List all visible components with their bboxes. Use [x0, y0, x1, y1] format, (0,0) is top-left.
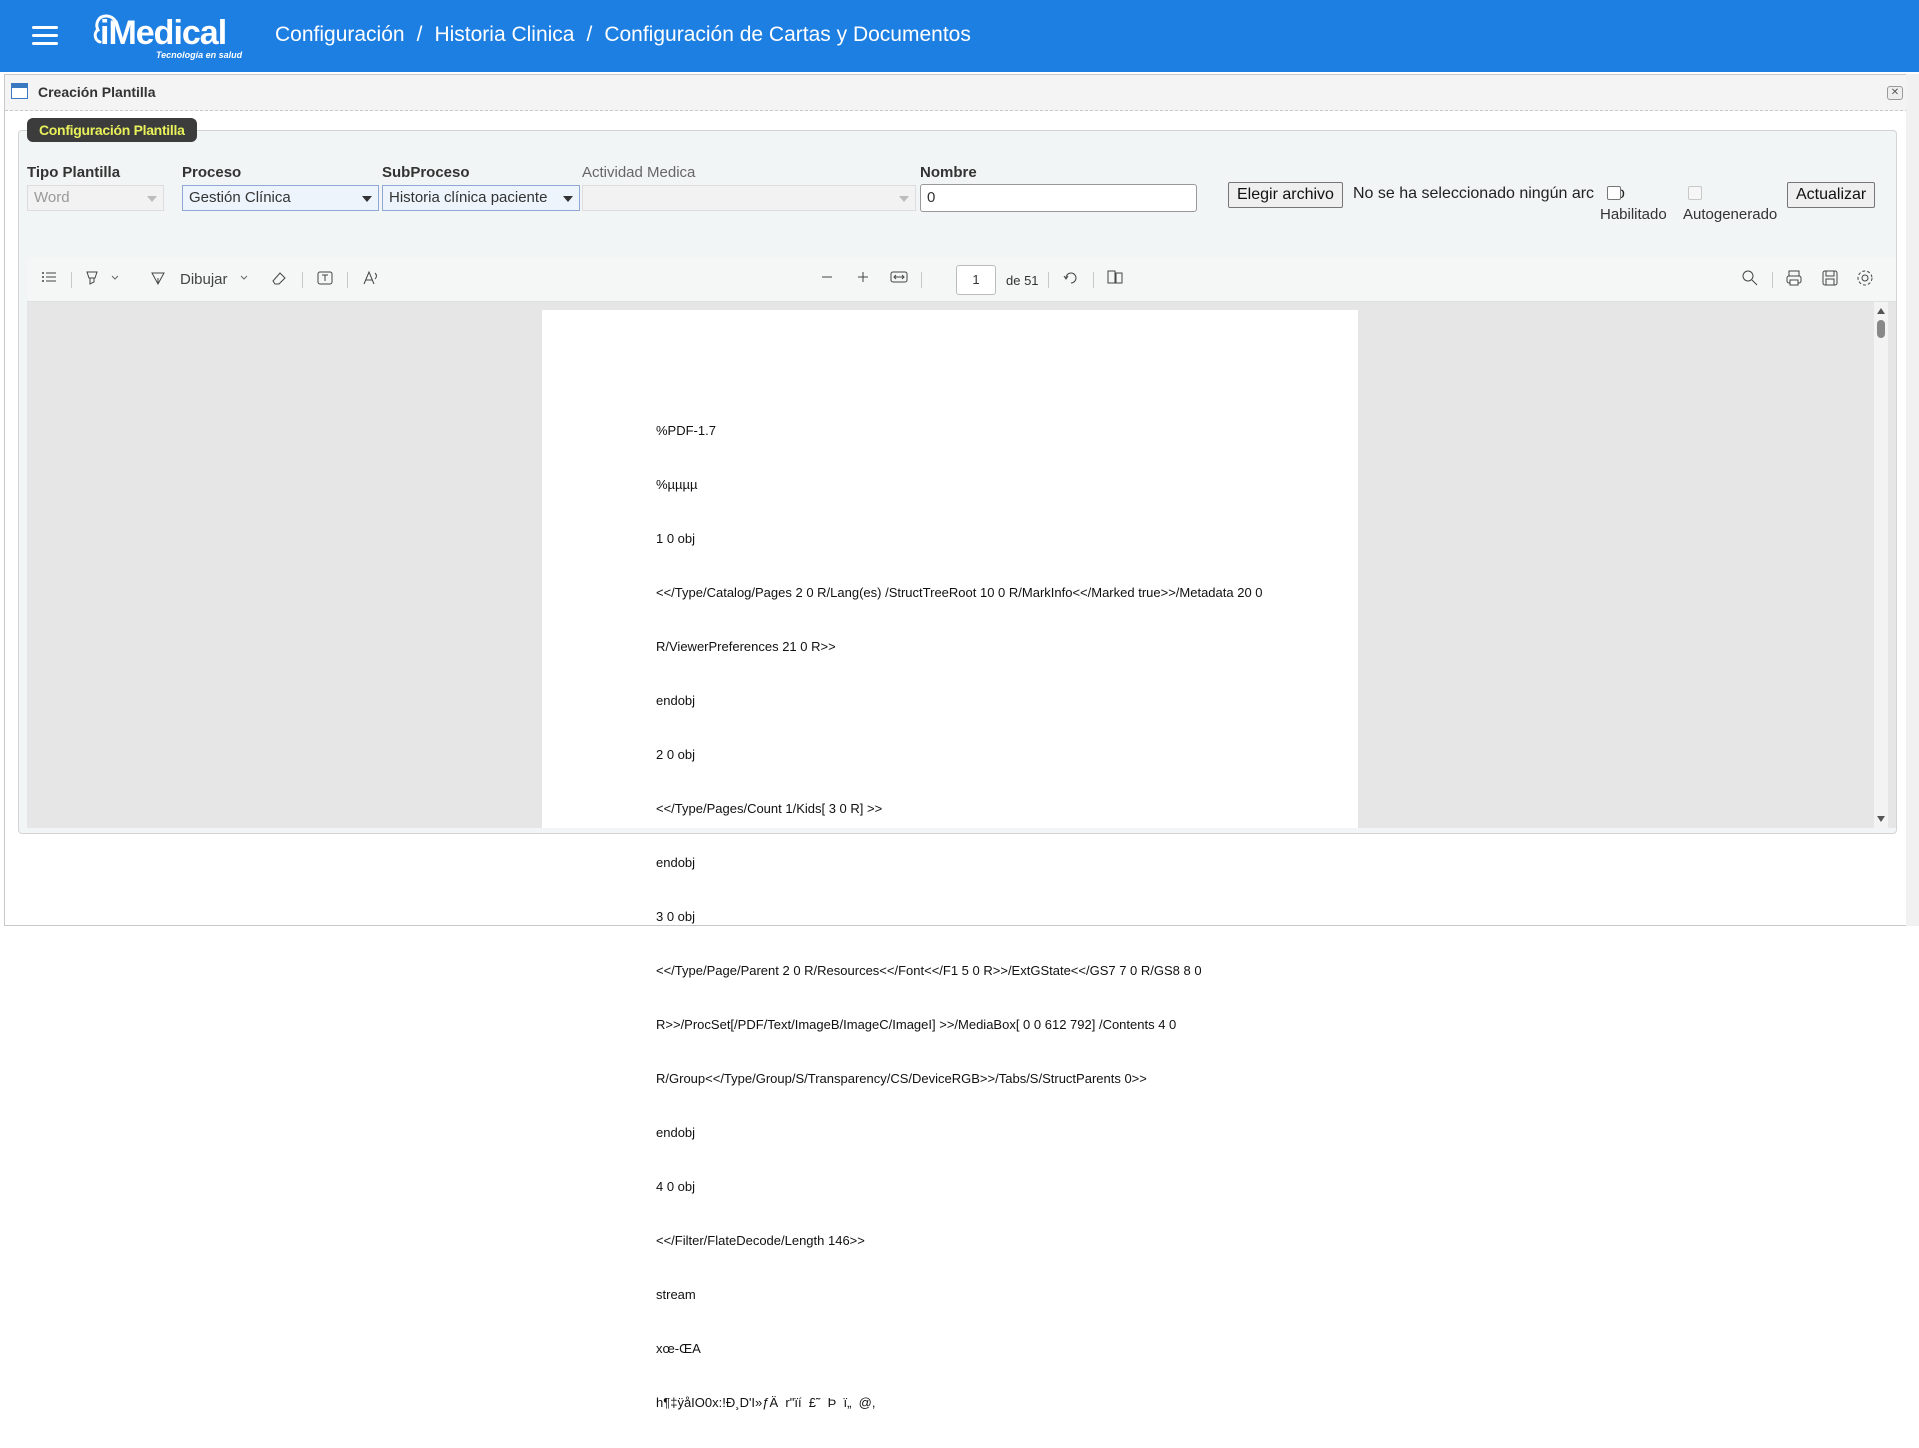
habilitado-checkbox[interactable]: [1607, 186, 1621, 200]
actualizar-button[interactable]: Actualizar: [1787, 182, 1876, 208]
toolbar-divider: [347, 272, 348, 288]
chevron-down-icon: [362, 196, 372, 202]
read-aloud-icon[interactable]: [362, 269, 380, 287]
pdf-text-line: %µµµµ: [656, 477, 698, 492]
viewer-toolbar: Dibujar 1 de 51: [27, 258, 1896, 302]
breadcrumb-item-configuracion[interactable]: Configuración: [275, 23, 405, 46]
zoom-out-icon[interactable]: [819, 269, 835, 285]
breadcrumb-item-cartas-documentos: Configuración de Cartas y Documentos: [604, 23, 971, 46]
proceso-value: Gestión Clínica: [189, 189, 291, 206]
breadcrumb-separator: /: [586, 23, 593, 46]
breadcrumb: Configuración / Historia Clinica / Configura…: [275, 23, 971, 47]
pdf-text-line: 3 0 obj: [656, 909, 696, 924]
scroll-up-icon[interactable]: [1877, 308, 1885, 314]
elegir-archivo-button[interactable]: Elegir archivo: [1228, 182, 1343, 208]
save-icon[interactable]: [1821, 269, 1839, 287]
toolbar-divider: [1093, 272, 1094, 288]
autogenerado-checkbox: [1688, 186, 1702, 200]
close-icon[interactable]: ✕: [1887, 86, 1903, 100]
pdf-text-line: 4 0 obj: [656, 1179, 696, 1194]
toolbar-divider: [1048, 272, 1049, 288]
page-scrollbar[interactable]: [1906, 74, 1919, 926]
page-view-icon[interactable]: [1106, 269, 1124, 285]
pdf-text-line: <</Type/Page/Parent 2 0 R/Resources<</Fo…: [656, 963, 1202, 978]
breadcrumb-item-historia-clinica[interactable]: Historia Clinica: [434, 23, 574, 46]
pdf-text-line: endobj: [656, 1125, 696, 1140]
file-status-text: No se ha seleccionado ningún arcvo: [1353, 185, 1625, 203]
page-count: de 51: [1006, 273, 1039, 288]
top-bar: iMedical Tecnología en salud Configuraci…: [0, 0, 1919, 72]
fit-width-icon[interactable]: [890, 269, 908, 285]
viewer-scrollbar[interactable]: [1874, 302, 1888, 828]
outline-list-icon[interactable]: [41, 269, 57, 285]
subproceso-select[interactable]: Historia clínica paciente: [382, 185, 580, 211]
chevron-down-icon[interactable]: [111, 275, 119, 281]
rotate-icon[interactable]: [1062, 269, 1080, 287]
logo-text: iMedical: [100, 14, 227, 52]
actividad-medica-select: [582, 185, 916, 211]
panel-header: Creación Plantilla ✕: [5, 75, 1913, 111]
eraser-icon[interactable]: [270, 269, 288, 287]
toolbar-divider: [1772, 272, 1773, 288]
pdf-text-line: R/Group<</Type/Group/S/Transparency/CS/D…: [656, 1071, 1147, 1086]
chevron-down-icon: [147, 196, 157, 202]
panel-title: Creación Plantilla: [38, 84, 156, 100]
proceso-select[interactable]: Gestión Clínica: [182, 185, 379, 211]
pdf-text-line: h¶‡ÿåIO0x:!Ð¸D'I»ƒÄ r"ïí £˜ Þ ï„ @,: [656, 1395, 876, 1410]
highlighter-icon[interactable]: [83, 269, 101, 287]
pdf-text-line: <</Type/Catalog/Pages 2 0 R/Lang(es) /St…: [656, 585, 1263, 600]
toolbar-divider: [302, 272, 303, 288]
pdf-text-line: endobj: [656, 855, 696, 870]
pdf-text-line: %PDF-1.7: [656, 423, 716, 438]
chevron-down-icon: [899, 196, 909, 202]
search-icon[interactable]: [1741, 269, 1759, 287]
draw-pen-icon[interactable]: [149, 269, 167, 287]
scroll-thumb[interactable]: [1877, 320, 1885, 338]
tipo-plantilla-select: Word: [27, 185, 164, 211]
pdf-page-text: %PDF-1.7 %µµµµ 1 0 obj <</Type/Catalog/P…: [656, 386, 1263, 1448]
file-status-main: No se ha seleccionado ningún arc: [1353, 185, 1595, 202]
scroll-down-icon[interactable]: [1877, 816, 1885, 822]
autogenerado-label: Autogenerado: [1683, 206, 1778, 223]
pdf-text-line: stream: [656, 1287, 696, 1302]
print-icon[interactable]: [1785, 269, 1803, 287]
subproceso-label: SubProceso: [382, 164, 470, 181]
pdf-text-line: <</Type/Pages/Count 1/Kids[ 3 0 R] >>: [656, 801, 883, 816]
window-icon: [11, 83, 28, 99]
chevron-down-icon[interactable]: [240, 275, 248, 281]
fieldset-legend: Configuración Plantilla: [27, 118, 197, 142]
logo-tagline: Tecnología en salud: [156, 50, 243, 60]
subproceso-value: Historia clínica paciente: [389, 189, 548, 206]
zoom-in-icon[interactable]: [855, 269, 871, 285]
settings-gear-icon[interactable]: [1856, 269, 1874, 287]
pdf-text-line: R>>/ProcSet[/PDF/Text/ImageB/ImageC/Imag…: [656, 1017, 1177, 1032]
pdf-text-line: <</Filter/FlateDecode/Length 146>>: [656, 1233, 865, 1248]
tipo-plantilla-value: Word: [34, 189, 70, 206]
toolbar-divider: [921, 272, 922, 288]
menu-icon[interactable]: [32, 26, 58, 46]
nombre-input[interactable]: 0: [920, 184, 1197, 212]
proceso-label: Proceso: [182, 164, 242, 181]
breadcrumb-separator: /: [416, 23, 423, 46]
pdf-text-line: endobj: [656, 693, 696, 708]
app-logo[interactable]: iMedical Tecnología en salud: [92, 10, 252, 62]
page-number-input[interactable]: 1: [956, 265, 996, 295]
pdf-text-line: xœ-ŒA: [656, 1341, 701, 1356]
nombre-label: Nombre: [920, 164, 977, 181]
chevron-down-icon: [563, 196, 573, 202]
text-box-icon[interactable]: [316, 269, 334, 287]
toolbar-divider: [71, 272, 72, 288]
pdf-page: %PDF-1.7 %µµµµ 1 0 obj <</Type/Catalog/P…: [542, 310, 1358, 1410]
actividad-medica-label: Actividad Medica: [582, 164, 696, 181]
draw-label[interactable]: Dibujar: [180, 271, 228, 288]
pdf-text-line: R/ViewerPreferences 21 0 R>>: [656, 639, 836, 654]
pdf-text-line: 2 0 obj: [656, 747, 696, 762]
habilitado-label: Habilitado: [1600, 206, 1667, 223]
pdf-text-line: 1 0 obj: [656, 531, 696, 546]
tipo-plantilla-label: Tipo Plantilla: [27, 164, 121, 181]
